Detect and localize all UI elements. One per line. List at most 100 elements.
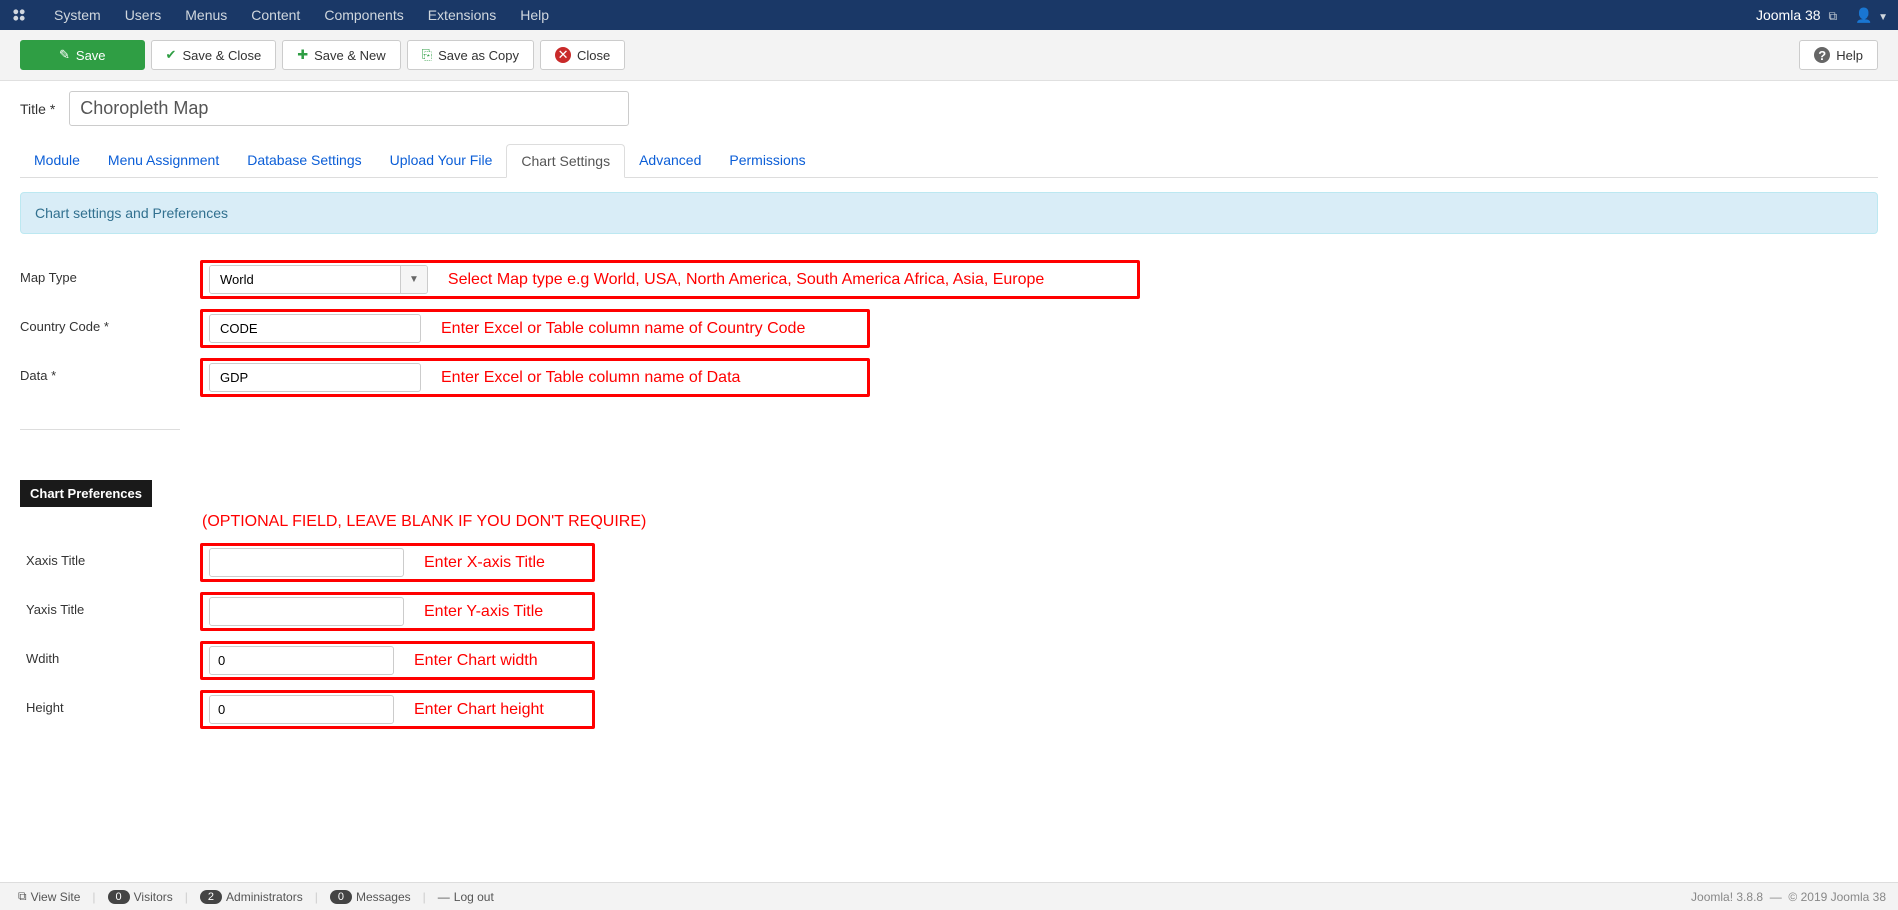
height-input[interactable]	[209, 695, 394, 724]
messages-count: 0	[330, 890, 352, 904]
nav-components[interactable]: Components	[312, 7, 415, 23]
tab-module[interactable]: Module	[20, 144, 94, 177]
height-label: Height	[20, 690, 200, 715]
toolbar: ✎ Save ✔ Save & Close ✚ Save & New ⎘ Sav…	[0, 30, 1898, 81]
logout-link[interactable]: — Log out	[432, 890, 500, 904]
map-type-input[interactable]	[210, 266, 400, 293]
external-link-icon: ⧉	[1828, 9, 1837, 23]
user-menu[interactable]: 👤 ▼	[1847, 7, 1888, 24]
navbar-right: Joomla 38 ⧉ 👤 ▼	[1756, 7, 1888, 24]
country-code-annotation: Enter Excel or Table column name of Coun…	[441, 320, 805, 338]
edit-icon: ✎	[59, 47, 70, 63]
save-copy-label: Save as Copy	[438, 48, 519, 63]
tab-menu-assignment[interactable]: Menu Assignment	[94, 144, 233, 177]
nav-extensions[interactable]: Extensions	[416, 7, 508, 23]
yaxis-input[interactable]	[209, 597, 404, 626]
admins-count: 2	[200, 890, 222, 904]
visitors-count: 0	[108, 890, 130, 904]
data-label: Data *	[20, 358, 200, 383]
country-code-input[interactable]	[209, 314, 421, 343]
chevron-down-icon: ▼	[1878, 12, 1888, 23]
data-input[interactable]	[209, 363, 421, 392]
save-copy-button[interactable]: ⎘ Save as Copy	[407, 40, 534, 70]
map-type-label: Map Type	[20, 260, 200, 285]
content-area: Title * Module Menu Assignment Database …	[0, 81, 1898, 747]
view-site-link[interactable]: ⧉ View Site	[12, 889, 86, 904]
logout-label: Log out	[454, 890, 494, 904]
messages-link[interactable]: 0 Messages	[324, 890, 417, 904]
save-close-button[interactable]: ✔ Save & Close	[151, 40, 277, 70]
form-row-country-code: Country Code * Enter Excel or Table colu…	[20, 307, 1878, 350]
save-close-label: Save & Close	[182, 48, 261, 63]
view-site-label: View Site	[31, 890, 81, 904]
nav-users[interactable]: Users	[113, 7, 174, 23]
copyright: © 2019 Joomla 38	[1788, 890, 1886, 904]
form-row-xaxis: Xaxis Title Enter X-axis Title	[20, 541, 1878, 584]
tab-permissions[interactable]: Permissions	[715, 144, 819, 177]
visitors-label: Visitors	[134, 890, 173, 904]
joomla-logo-icon[interactable]	[10, 6, 28, 24]
user-icon: 👤	[1855, 7, 1872, 23]
admins-label: Administrators	[226, 890, 303, 904]
form-row-data: Data * Enter Excel or Table column name …	[20, 356, 1878, 399]
form-row-width: Wdith Enter Chart width	[20, 639, 1878, 682]
top-navbar: System Users Menus Content Components Ex…	[0, 0, 1898, 30]
close-label: Close	[577, 48, 610, 63]
help-label: Help	[1836, 48, 1863, 63]
external-link-icon: ⧉	[18, 889, 27, 904]
copy-icon: ⎘	[422, 47, 432, 63]
footer-left: ⧉ View Site | 0 Visitors | 2 Administrat…	[12, 889, 500, 904]
width-label: Wdith	[20, 641, 200, 666]
footer: ⧉ View Site | 0 Visitors | 2 Administrat…	[0, 882, 1898, 910]
xaxis-label: Xaxis Title	[20, 543, 200, 568]
toolbar-left: ✎ Save ✔ Save & Close ✚ Save & New ⎘ Sav…	[20, 40, 625, 70]
tab-upload-file[interactable]: Upload Your File	[376, 144, 507, 177]
title-label: Title *	[20, 101, 55, 117]
admins-link[interactable]: 2 Administrators	[194, 890, 309, 904]
footer-right: Joomla! 3.8.8 — © 2019 Joomla 38	[1691, 890, 1886, 904]
help-icon: ?	[1814, 47, 1830, 63]
height-annotation: Enter Chart height	[414, 701, 544, 719]
plus-icon: ✚	[297, 47, 308, 63]
help-button[interactable]: ? Help	[1799, 40, 1878, 70]
yaxis-annotation: Enter Y-axis Title	[424, 603, 543, 621]
map-type-annotation: Select Map type e.g World, USA, North Am…	[448, 271, 1044, 289]
tab-database-settings[interactable]: Database Settings	[233, 144, 375, 177]
toolbar-right: ? Help	[1799, 40, 1878, 70]
data-annotation: Enter Excel or Table column name of Data	[441, 369, 740, 387]
tab-advanced[interactable]: Advanced	[625, 144, 715, 177]
close-button[interactable]: ✕ Close	[540, 40, 625, 70]
nav-system[interactable]: System	[42, 7, 113, 23]
alert-panel: Chart settings and Preferences	[20, 192, 1878, 234]
section-divider	[20, 429, 180, 430]
navbar-left: System Users Menus Content Components Ex…	[10, 6, 561, 24]
xaxis-annotation: Enter X-axis Title	[424, 554, 545, 572]
xaxis-input[interactable]	[209, 548, 404, 577]
map-type-select[interactable]: ▼	[209, 265, 428, 294]
chart-preferences-heading: Chart Preferences	[20, 480, 152, 507]
joomla-version: Joomla! 3.8.8	[1691, 890, 1763, 904]
yaxis-label: Yaxis Title	[20, 592, 200, 617]
site-name-link[interactable]: Joomla 38 ⧉	[1756, 7, 1837, 24]
site-name-text: Joomla 38	[1756, 7, 1821, 23]
title-row: Title *	[20, 91, 1878, 126]
nav-content[interactable]: Content	[239, 7, 312, 23]
save-new-button[interactable]: ✚ Save & New	[282, 40, 400, 70]
form-row-height: Height Enter Chart height	[20, 688, 1878, 731]
chevron-down-icon[interactable]: ▼	[400, 266, 427, 293]
messages-label: Messages	[356, 890, 411, 904]
optional-note: (OPTIONAL FIELD, LEAVE BLANK IF YOU DON'…	[202, 513, 1878, 531]
nav-menus[interactable]: Menus	[173, 7, 239, 23]
tabs: Module Menu Assignment Database Settings…	[20, 144, 1878, 178]
save-button[interactable]: ✎ Save	[20, 40, 145, 70]
check-icon: ✔	[166, 47, 177, 63]
width-annotation: Enter Chart width	[414, 652, 538, 670]
form-row-map-type: Map Type ▼ Select Map type e.g World, US…	[20, 258, 1878, 301]
visitors-link[interactable]: 0 Visitors	[102, 890, 179, 904]
width-input[interactable]	[209, 646, 394, 675]
country-code-label: Country Code *	[20, 309, 200, 334]
title-input[interactable]	[69, 91, 629, 126]
nav-help[interactable]: Help	[508, 7, 561, 23]
tab-chart-settings[interactable]: Chart Settings	[506, 144, 625, 178]
form-row-yaxis: Yaxis Title Enter Y-axis Title	[20, 590, 1878, 633]
